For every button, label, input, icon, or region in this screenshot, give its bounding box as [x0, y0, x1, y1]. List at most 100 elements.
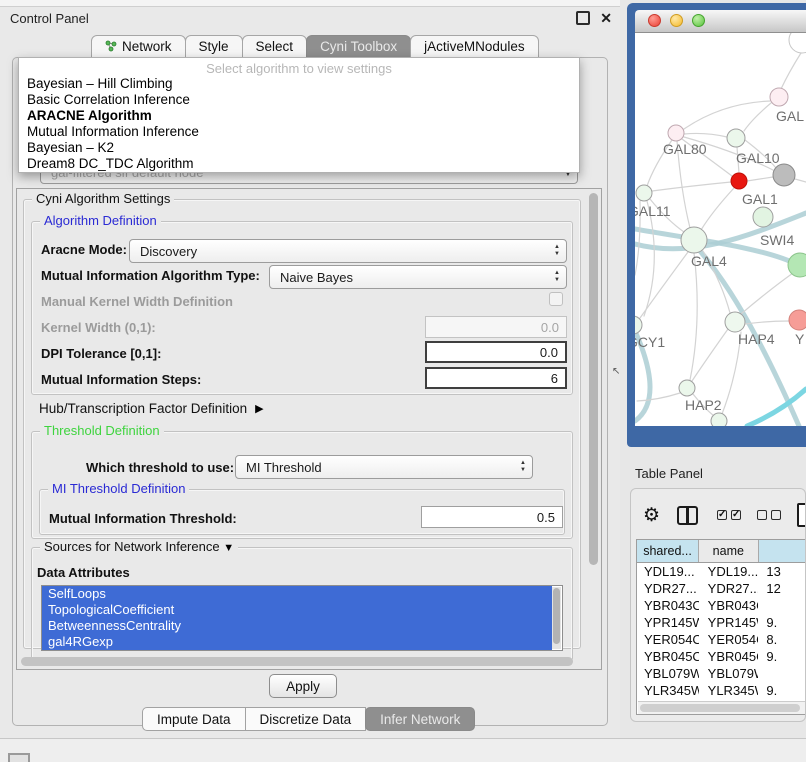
algorithm-option-aracne[interactable]: ARACNE Algorithm — [19, 108, 579, 124]
select-all-columns-icon[interactable]: ✓ ✓ — [717, 510, 741, 520]
minimize-traffic-light[interactable] — [670, 14, 683, 27]
tab-style[interactable]: Style — [185, 35, 243, 58]
algorithm-option-basic-correlation[interactable]: Basic Correlation Inference — [19, 92, 579, 108]
network-edge — [692, 329, 728, 381]
table-cell: YLR345W — [637, 682, 699, 699]
settings-vertical-scrollbar[interactable] — [587, 190, 600, 655]
network-node[interactable] — [636, 185, 652, 201]
network-node[interactable] — [789, 310, 806, 330]
network-tab-icon — [105, 40, 117, 52]
network-canvas[interactable]: GALGAL80GAL10GAL1GAL11SWI4GAL4GCY1HAP4YH… — [635, 33, 806, 426]
network-node[interactable] — [773, 164, 795, 186]
manual-kernel-checkbox — [549, 292, 563, 306]
network-node[interactable] — [681, 227, 707, 253]
zoom-traffic-light[interactable] — [692, 14, 705, 27]
table-cell: YER054C — [637, 631, 699, 648]
list-item-selected[interactable]: BetweennessCentrality — [42, 618, 552, 634]
table-row[interactable]: YBR045CYBR045C9. — [637, 648, 806, 665]
manual-kernel-label: Manual Kernel Width Definition — [41, 294, 233, 309]
network-node[interactable] — [731, 173, 747, 189]
collapsed-panel-button[interactable] — [8, 753, 30, 762]
mi-steps-field[interactable]: 6 — [425, 367, 567, 389]
tab-infer-network[interactable]: Infer Network — [365, 707, 475, 731]
network-node[interactable] — [725, 312, 745, 332]
settings-scroll-area: Cyni Algorithm Settings Algorithm Defini… — [16, 188, 602, 670]
list-item-selected[interactable]: gal4RGexp — [42, 634, 552, 650]
network-window-titlebar[interactable] — [635, 10, 806, 33]
network-node[interactable] — [788, 253, 806, 277]
close-traffic-light[interactable] — [648, 14, 661, 27]
table-row[interactable]: YDL19...YDL19...13 — [637, 563, 806, 580]
which-threshold-label: Which threshold to use: — [86, 460, 234, 475]
hub-transcription-expander[interactable]: Hub/Transcription Factor Definition ▶ — [39, 401, 264, 416]
network-node[interactable] — [789, 33, 806, 53]
tab-discretize-data[interactable]: Discretize Data — [245, 707, 367, 731]
tab-impute-data[interactable]: Impute Data — [142, 707, 246, 731]
table-cell: YDL19... — [699, 563, 759, 580]
network-node[interactable] — [679, 380, 695, 396]
dpi-tolerance-field[interactable]: 0.0 — [425, 341, 567, 363]
sources-expander[interactable]: Sources for Network Inference ▼ — [40, 539, 238, 554]
data-attributes-label: Data Attributes — [37, 565, 130, 580]
group-title: Threshold Definition — [40, 423, 164, 438]
table-row[interactable]: YBR043CYBR043C — [637, 597, 806, 614]
tab-network[interactable]: Network — [91, 35, 186, 58]
table-cell: YBR043C — [637, 597, 699, 614]
column-header-shared-name[interactable]: shared... — [637, 540, 699, 562]
kernel-width-field: 0.0 — [425, 316, 567, 338]
network-node[interactable] — [668, 125, 684, 141]
close-window-icon[interactable]: ✕ — [600, 11, 612, 25]
column-header-name[interactable]: name — [699, 540, 759, 562]
algorithm-option-dream8[interactable]: Dream8 DC_TDC Algorithm — [19, 156, 579, 172]
mi-type-value: Naive Bayes — [280, 270, 353, 285]
list-item-selected[interactable]: SelfLoops — [42, 586, 552, 602]
unchecked-box-icon — [757, 510, 767, 520]
network-edge — [652, 182, 731, 191]
network-edge — [744, 103, 771, 131]
network-node[interactable] — [711, 413, 727, 426]
aracne-mode-combo[interactable]: Discovery ▲▼ — [129, 239, 567, 263]
network-node-label: GAL10 — [736, 150, 780, 166]
table-row[interactable]: YBL079WYBL079W — [637, 665, 806, 682]
tab-label: Select — [256, 39, 294, 54]
which-threshold-combo[interactable]: MI Threshold ▲▼ — [235, 455, 533, 479]
list-item-selected[interactable]: TopologicalCoefficient — [42, 602, 552, 618]
table-row[interactable]: YLR345WYLR345W9. — [637, 682, 806, 699]
document-icon[interactable] — [797, 503, 806, 527]
column-header-partial[interactable] — [759, 540, 806, 562]
settings-horizontal-scrollbar[interactable] — [18, 655, 586, 668]
table-horizontal-scrollbar[interactable] — [638, 701, 806, 714]
mi-threshold-field[interactable]: 0.5 — [421, 506, 563, 528]
unchecked-box-icon — [771, 510, 781, 520]
panel-divider[interactable] — [620, 0, 627, 738]
table-rows: YDL19...YDL19...13YDR27...YDR27...12YBR0… — [637, 563, 806, 715]
network-node[interactable] — [635, 316, 642, 334]
algorithm-option-bayesian-k2[interactable]: Bayesian – K2 — [19, 140, 579, 156]
mi-steps-label: Mutual Information Steps: — [41, 372, 201, 387]
apply-button[interactable]: Apply — [269, 674, 337, 698]
network-node[interactable] — [727, 129, 745, 147]
gear-icon[interactable]: ⚙ — [643, 505, 660, 527]
algorithm-option-mutual-information[interactable]: Mutual Information Inference — [19, 124, 579, 140]
tab-select[interactable]: Select — [242, 35, 308, 58]
data-attributes-list[interactable]: SelfLoops TopologicalCoefficient Between… — [41, 585, 563, 651]
table-row[interactable]: YER054CYER054C8. — [637, 631, 806, 648]
network-node[interactable] — [753, 207, 773, 227]
deselect-all-columns-icon[interactable] — [757, 510, 781, 520]
float-window-icon[interactable] — [576, 11, 590, 25]
algorithm-dropdown-popup: Select algorithm to view settings Bayesi… — [18, 57, 580, 173]
algorithm-option-bayesian-hill-climbing[interactable]: Bayesian – Hill Climbing — [19, 76, 579, 92]
mi-type-combo[interactable]: Naive Bayes ▲▼ — [269, 265, 567, 289]
table-cell: 9. — [758, 648, 806, 665]
table-cell: 9. — [758, 614, 806, 631]
table-row[interactable]: YDR27...YDR27...12 — [637, 580, 806, 597]
list-vertical-scrollbar[interactable] — [552, 587, 561, 649]
network-node[interactable] — [770, 88, 788, 106]
table-cell — [758, 597, 806, 614]
tab-jactivemnodules[interactable]: jActiveMNodules — [410, 35, 539, 58]
columns-icon[interactable] — [677, 506, 698, 525]
table-cell: YDR27... — [699, 580, 759, 597]
network-edge — [690, 253, 697, 380]
table-row[interactable]: YPR145WYPR145W9. — [637, 614, 806, 631]
tab-cyni-toolbox[interactable]: Cyni Toolbox — [306, 35, 411, 58]
